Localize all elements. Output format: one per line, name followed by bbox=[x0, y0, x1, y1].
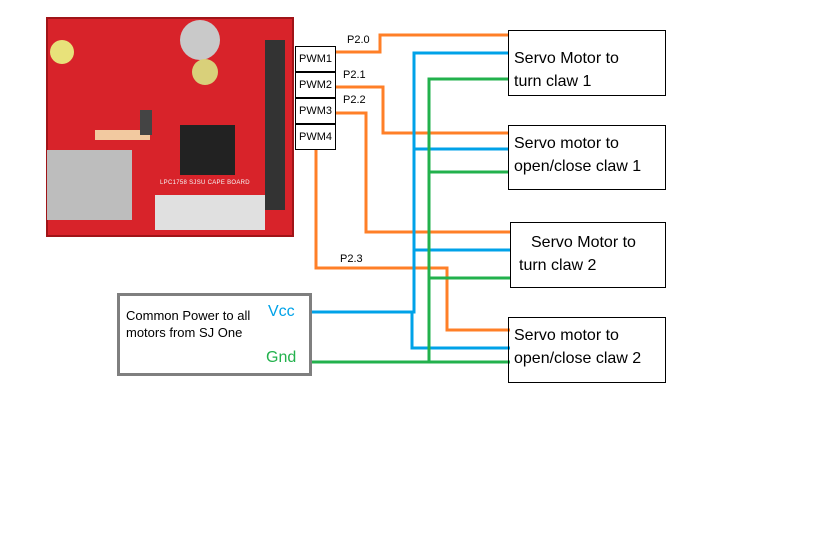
servo-4-line2: open/close claw 2 bbox=[514, 350, 642, 367]
pin-label-p2-3: P2.3 bbox=[340, 253, 363, 265]
servo-1-line2: turn claw 1 bbox=[514, 73, 592, 90]
pwm3-port: PWM3 bbox=[295, 98, 336, 124]
pwm2-port: PWM2 bbox=[295, 72, 336, 98]
pwm1-port: PWM1 bbox=[295, 46, 336, 72]
power-box: Common Power to all motors from SJ One V… bbox=[117, 293, 312, 376]
servo-box-4: Servo motor to open/close claw 2 bbox=[508, 317, 666, 383]
pin-label-p2-0: P2.0 bbox=[347, 34, 370, 46]
vcc-label: Vcc bbox=[268, 303, 295, 320]
power-text: Common Power to all motors from SJ One bbox=[126, 308, 251, 340]
servo-2-line2: open/close claw 1 bbox=[514, 158, 642, 175]
servo-box-3: Servo Motor to turn claw 2 bbox=[510, 222, 666, 288]
board-image bbox=[46, 17, 294, 237]
wire-gnd-servo-1 bbox=[427, 77, 508, 362]
servo-2-line1: Servo motor to bbox=[514, 135, 619, 152]
pwm4-port: PWM4 bbox=[295, 124, 336, 150]
servo-box-1: Servo Motor to turn claw 1 bbox=[508, 30, 666, 96]
pin-label-p2-2: P2.2 bbox=[343, 94, 366, 106]
servo-3-line1: Servo Motor to bbox=[531, 234, 636, 251]
servo-3-line2: turn claw 2 bbox=[519, 257, 597, 274]
servo-4-line1: Servo motor to bbox=[514, 327, 619, 344]
wires bbox=[46, 17, 510, 364]
board-name-label: LPC1758 SJSU CAPE BOARD bbox=[160, 180, 250, 186]
gnd-label: Gnd bbox=[266, 349, 297, 366]
pin-label-p2-1: P2.1 bbox=[343, 69, 366, 81]
servo-box-2: Servo motor to open/close claw 1 bbox=[508, 125, 666, 190]
wire-vcc-main bbox=[312, 51, 508, 314]
servo-1-line1: Servo Motor to bbox=[514, 50, 619, 67]
wiring-diagram: LPC1758 SJSU CAPE BOARD PWM1 PWM2 PWM3 P… bbox=[0, 0, 835, 540]
